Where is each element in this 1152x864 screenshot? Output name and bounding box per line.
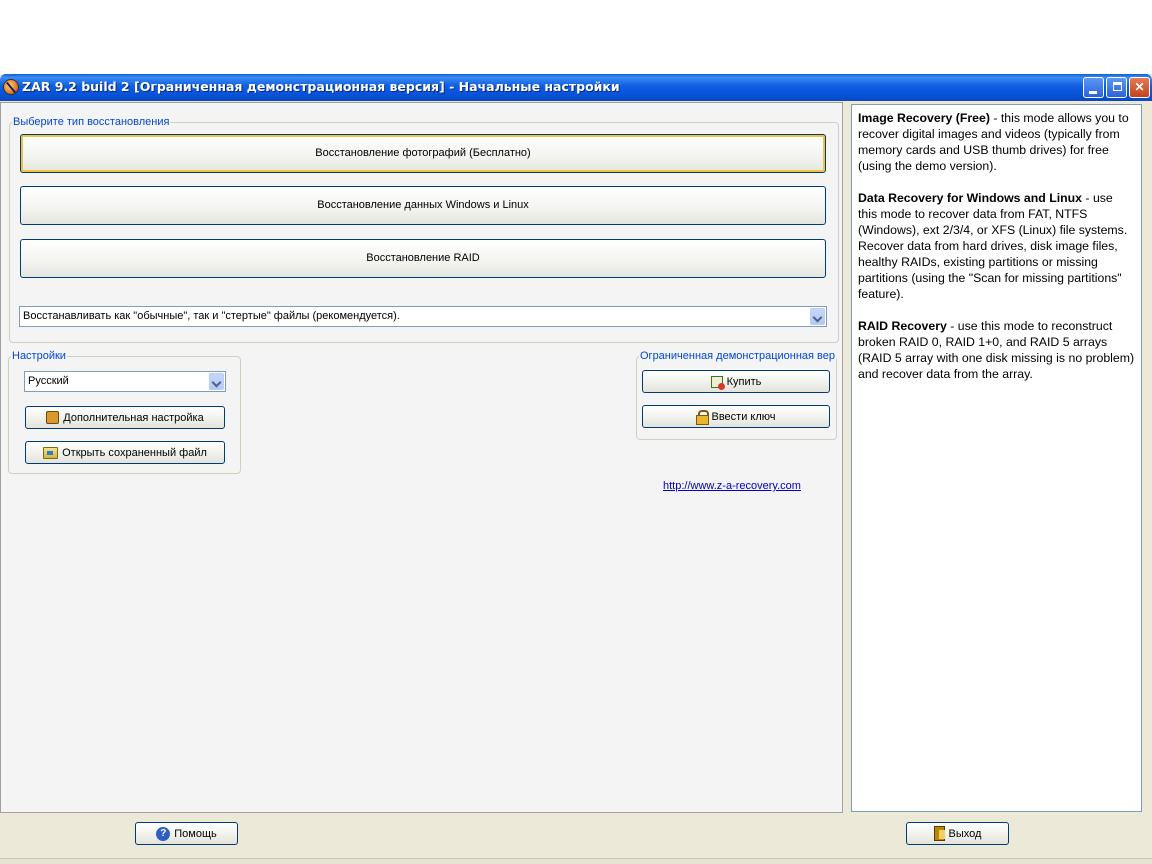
help-icon: ? (156, 826, 171, 841)
help-button[interactable]: ? Помощь (135, 822, 238, 845)
advanced-settings-label: Дополнительная настройка (63, 411, 204, 424)
photo-recovery-button[interactable]: Восстановление фотографий (Бесплатно) (20, 134, 826, 173)
recovery-mode-select[interactable]: Восстанавливать как "обычные", так и "ст… (19, 306, 827, 327)
cart-icon (710, 375, 725, 390)
title-bar[interactable]: ZAR 9.2 build 2 [Ограниченная демонстрац… (0, 74, 1152, 101)
buy-label: Купить (726, 375, 762, 388)
main-panel: Выберите тип восстановления Восстановлен… (0, 102, 843, 813)
restore-button[interactable] (1106, 77, 1127, 98)
advanced-settings-button[interactable]: Дополнительная настройка (25, 406, 225, 429)
exit-button[interactable]: Выход (906, 822, 1009, 845)
chevron-down-icon[interactable] (810, 308, 825, 325)
buy-button[interactable]: Купить (642, 370, 830, 393)
window-title: ZAR 9.2 build 2 [Ограниченная демонстрац… (22, 79, 620, 94)
image-recovery-title: Image Recovery (Free) (858, 111, 990, 125)
restore-icon (1113, 82, 1122, 91)
open-saved-file-button[interactable]: Открыть сохраненный файл (25, 441, 225, 464)
main-window: ZAR 9.2 build 2 [Ограниченная демонстрац… (0, 74, 1152, 864)
website-link[interactable]: http://www.z-a-recovery.com (663, 480, 801, 492)
folder-icon (43, 446, 59, 459)
recovery-mode-value: Восстанавливать как "обычные", так и "ст… (23, 310, 400, 322)
raid-recovery-description: RAID Recovery - use this mode to reconst… (858, 319, 1135, 381)
close-icon: ✕ (1134, 80, 1145, 94)
open-saved-file-label: Открыть сохраненный файл (62, 446, 207, 459)
data-recovery-description: Data Recovery for Windows and Linux - us… (858, 191, 1128, 301)
language-select[interactable]: Русский (24, 371, 226, 392)
close-button[interactable]: ✕ (1129, 77, 1150, 98)
enter-key-button[interactable]: Ввести ключ (642, 405, 830, 428)
language-value: Русский (28, 375, 69, 387)
raid-recovery-button[interactable]: Восстановление RAID (20, 239, 826, 278)
minimize-button[interactable] (1083, 77, 1104, 98)
demo-version-legend: Ограниченная демонстрационная вер (640, 350, 836, 362)
minimize-icon (1089, 91, 1097, 94)
help-label: Помощь (174, 827, 217, 840)
settings-legend: Настройки (12, 350, 66, 362)
app-logo-icon (3, 79, 19, 95)
windows-linux-recovery-button[interactable]: Восстановление данных Windows и Linux (20, 186, 826, 225)
chevron-down-icon[interactable] (209, 373, 224, 390)
recovery-type-legend: Выберите тип восстановления (13, 116, 170, 128)
exit-label: Выход (948, 827, 982, 840)
chip-icon (46, 411, 60, 424)
raid-recovery-title: RAID Recovery (858, 319, 947, 333)
lock-icon (696, 410, 710, 425)
enter-key-label: Ввести ключ (711, 410, 776, 423)
status-strip (0, 858, 1152, 864)
data-recovery-title: Data Recovery for Windows and Linux (858, 191, 1083, 205)
image-recovery-description: Image Recovery (Free) - this mode allows… (858, 111, 1129, 173)
door-exit-icon (933, 826, 945, 841)
help-description-panel: Image Recovery (Free) - this mode allows… (851, 104, 1142, 812)
